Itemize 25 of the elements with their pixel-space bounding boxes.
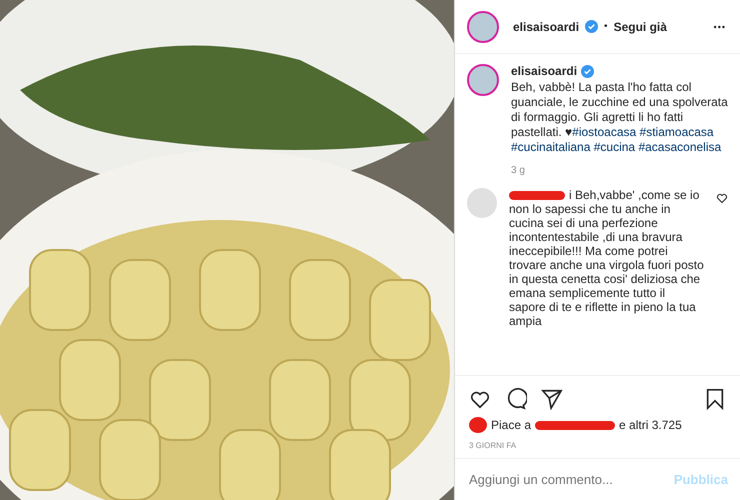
hashtag-link[interactable]: #cucina [594, 140, 636, 154]
comment-input[interactable]: Aggiungi un commento... [467, 471, 674, 488]
avatar[interactable] [467, 10, 499, 42]
follow-link[interactable]: Segui già [614, 20, 667, 34]
likes-count: e altri 3.725 [619, 418, 682, 432]
heart-icon[interactable] [716, 192, 728, 204]
caption-text: Beh, vabbè! La pasta l'ho fatta col guanciale, le zucchine ed una spolverata di formaggio. Gli agretti li ho fatti pastellati. ♥#iostoacasa #stiamoacasa #cucinaitaliana #cucina #acasaconelisa [511, 80, 728, 155]
post-date: 3 GIORNI FA [468, 440, 518, 452]
comment-text: i Beh,vabbe' ,come se io non lo sapessi che tu anche in cucina sei di una perfezione incontentestabile ,di una bravura ineccepibile!!! Ma come potrei trovare anche una virgola fuori posto in questa cenetta cosi' deliziosa che emana semplicemente tutto il sapore di te e riflette in pieno la tua ampia [509, 188, 704, 328]
hashtag-link[interactable]: #acasaconelisa [638, 140, 722, 154]
send-icon[interactable] [541, 388, 563, 410]
more-button[interactable]: ••• [714, 22, 726, 32]
bookmark-icon[interactable] [704, 388, 726, 410]
avatar-placeholder [467, 188, 497, 218]
likes-text: Piace a [491, 418, 532, 432]
hashtag-link[interactable]: #stiamoacasa [640, 125, 714, 139]
username[interactable]: elisaisoardi [513, 20, 580, 34]
redaction-mark [469, 417, 487, 433]
hashtag-link[interactable]: #iostoacasa [572, 125, 636, 139]
comment-icon[interactable] [505, 388, 527, 410]
separator: • [604, 21, 608, 32]
username[interactable]: elisaisoardi [511, 64, 578, 78]
avatar[interactable] [467, 64, 499, 96]
hashtag-link[interactable]: #cucinaitaliana [511, 140, 590, 154]
post-age: 3 g [511, 165, 526, 176]
